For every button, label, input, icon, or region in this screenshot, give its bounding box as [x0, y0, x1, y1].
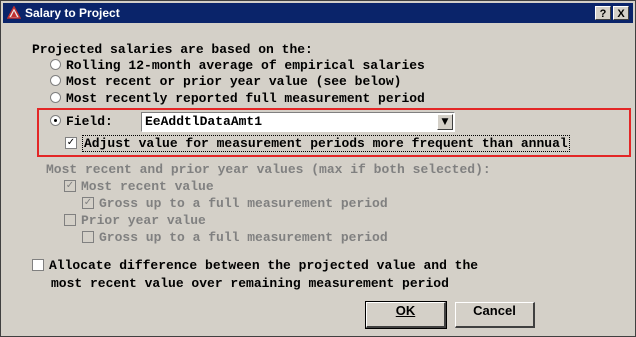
option-label: Most recent or prior year value (see bel… [66, 74, 402, 89]
field-label: Field: [66, 114, 113, 129]
adjust-label: Adjust value for measurement periods mor… [82, 135, 570, 152]
radio-icon[interactable] [50, 92, 61, 104]
radio-selected-icon[interactable] [50, 115, 61, 127]
option-rolling-average[interactable]: Rolling 12-month average of empirical sa… [50, 58, 425, 74]
ok-button[interactable]: OK [365, 301, 447, 329]
window-title: Salary to Project [25, 6, 120, 20]
allocate-label-line1: Allocate difference between the projecte… [49, 258, 479, 273]
app-icon [7, 6, 21, 19]
recent-prior-header: Most recent and prior year values (max i… [46, 162, 491, 177]
radio-icon[interactable] [50, 75, 61, 87]
dropdown-arrow-icon[interactable]: ▼ [437, 114, 453, 130]
most-recent-label: Most recent value [81, 179, 214, 194]
close-button[interactable]: X [613, 6, 629, 20]
most-recent-row: ✓ Most recent value [64, 179, 214, 195]
allocate-label-line2: most recent value over remaining measure… [51, 276, 449, 291]
option-recent-prior[interactable]: Most recent or prior year value (see bel… [50, 74, 401, 90]
gross-up-1-row: ✓ Gross up to a full measurement period [82, 196, 388, 212]
title-bar[interactable]: Salary to Project ? X [3, 3, 633, 23]
adjust-checkbox-row[interactable]: ✓ Adjust value for measurement periods mo… [65, 135, 570, 152]
prior-year-row: Prior year value [64, 213, 206, 229]
checkbox-disabled-icon [82, 230, 94, 243]
radio-icon[interactable] [50, 59, 61, 71]
help-button[interactable]: ? [595, 6, 611, 20]
gross-up-1-label: Gross up to a full measurement period [99, 196, 388, 211]
option-field[interactable]: Field: [50, 114, 113, 130]
allocate-checkbox-row[interactable]: Allocate difference between the projecte… [32, 258, 478, 274]
gross-up-2-label: Gross up to a full measurement period [99, 230, 388, 245]
cancel-button[interactable]: Cancel [455, 302, 535, 328]
checkbox-checked-disabled-icon: ✓ [64, 179, 76, 192]
option-label: Rolling 12-month average of empirical sa… [66, 58, 425, 73]
salary-to-project-dialog: Salary to Project ? X Projected salaries… [0, 0, 636, 337]
intro-text: Projected salaries are based on the: [32, 42, 313, 57]
prior-year-label: Prior year value [81, 213, 206, 228]
field-select-value: EeAddtlDataAmt1 [145, 114, 263, 129]
checkbox-disabled-icon [64, 213, 76, 226]
checkbox-checked-disabled-icon: ✓ [82, 196, 94, 209]
checkbox-icon[interactable] [32, 258, 44, 271]
option-full-period[interactable]: Most recently reported full measurement … [50, 91, 425, 107]
option-label: Most recently reported full measurement … [66, 91, 425, 106]
ok-label: OK [395, 303, 416, 318]
field-select[interactable]: EeAddtlDataAmt1 ▼ [141, 112, 455, 132]
gross-up-2-row: Gross up to a full measurement period [82, 230, 388, 246]
checkbox-checked-icon[interactable]: ✓ [65, 136, 77, 149]
